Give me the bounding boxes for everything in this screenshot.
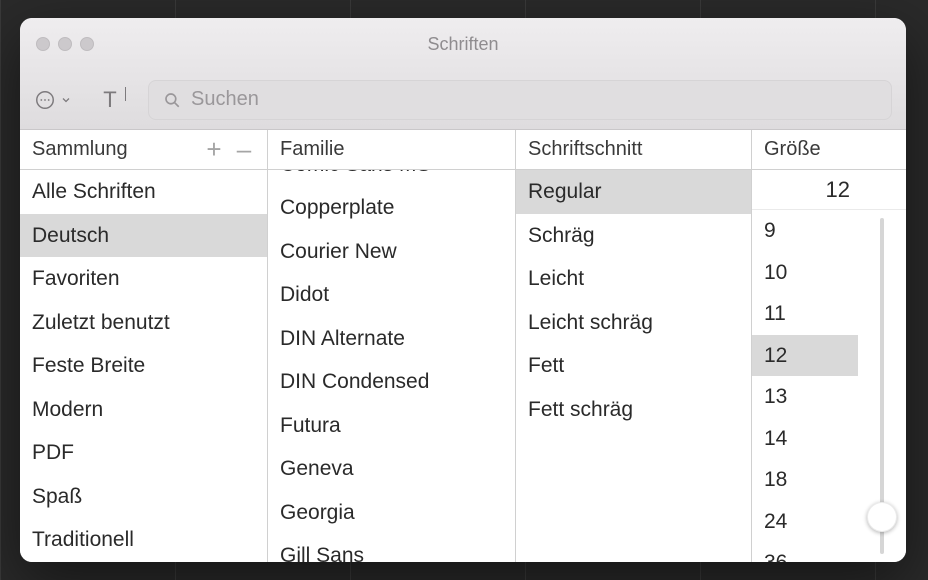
slider-knob[interactable]	[867, 502, 897, 532]
ellipsis-circle-icon	[34, 89, 56, 111]
size-item[interactable]: 11	[752, 293, 858, 335]
column-typeface: Schriftschnitt RegularSchrägLeichtLeicht…	[516, 130, 752, 562]
collection-item[interactable]: Traditionell	[20, 518, 267, 562]
family-item[interactable]: Copperplate	[268, 186, 515, 230]
cursor-icon	[125, 87, 127, 101]
collection-list: Alle SchriftenDeutschFavoritenZuletzt be…	[20, 170, 267, 562]
chevron-down-icon	[60, 94, 72, 106]
collection-item[interactable]: Web	[20, 562, 267, 563]
minimize-window-button[interactable]	[58, 37, 72, 51]
size-input-row: 12	[752, 170, 906, 210]
search-icon	[163, 91, 181, 109]
size-input[interactable]: 12	[826, 177, 850, 203]
actions-menu-button[interactable]	[34, 82, 72, 118]
collection-item[interactable]: Modern	[20, 388, 267, 432]
search-field[interactable]: Suchen	[148, 80, 892, 120]
size-item[interactable]: 18	[752, 459, 858, 501]
preview-toggle-button[interactable]: T	[90, 82, 130, 118]
column-collection-title: Sammlung	[32, 138, 128, 161]
typeface-item[interactable]: Leicht	[516, 257, 751, 301]
size-slider[interactable]	[858, 210, 906, 562]
column-collection-header: Sammlung + –	[20, 130, 267, 170]
remove-collection-button[interactable]: –	[233, 134, 255, 165]
fonts-window: Schriften T Suchen	[20, 18, 906, 562]
collection-item[interactable]: Deutsch	[20, 214, 267, 258]
add-collection-button[interactable]: +	[203, 134, 225, 165]
size-item[interactable]: 9	[752, 210, 858, 252]
family-item[interactable]: Gill Sans	[268, 534, 515, 562]
column-typeface-header: Schriftschnitt	[516, 130, 751, 170]
typeface-item[interactable]: Fett schräg	[516, 388, 751, 432]
column-family-header: Familie	[268, 130, 515, 170]
column-typeface-title: Schriftschnitt	[528, 138, 642, 161]
column-family: Familie Comic Sans MSCopperplateCourier …	[268, 130, 516, 562]
family-item[interactable]: DIN Alternate	[268, 317, 515, 361]
column-collection: Sammlung + – Alle SchriftenDeutschFavori…	[20, 130, 268, 562]
collection-item[interactable]: Zuletzt benutzt	[20, 301, 267, 345]
typeface-item[interactable]: Regular	[516, 170, 751, 214]
zoom-window-button[interactable]	[80, 37, 94, 51]
column-size-title: Größe	[764, 138, 821, 161]
family-item[interactable]: Georgia	[268, 491, 515, 535]
size-item[interactable]: 10	[752, 252, 858, 294]
size-item[interactable]: 24	[752, 501, 858, 543]
family-item[interactable]: Futura	[268, 404, 515, 448]
traffic-lights	[36, 37, 94, 51]
collection-item[interactable]: PDF	[20, 431, 267, 475]
size-item[interactable]: 13	[752, 376, 858, 418]
family-item[interactable]: Comic Sans MS	[268, 170, 515, 186]
family-item[interactable]: Courier New	[268, 230, 515, 274]
typeface-list: RegularSchrägLeichtLeicht schrägFettFett…	[516, 170, 751, 562]
collection-item[interactable]: Feste Breite	[20, 344, 267, 388]
column-family-title: Familie	[280, 138, 344, 161]
typeface-item[interactable]: Schräg	[516, 214, 751, 258]
search-placeholder: Suchen	[191, 88, 259, 111]
typeface-item[interactable]: Fett	[516, 344, 751, 388]
family-item[interactable]: Geneva	[268, 447, 515, 491]
size-list: 91011121314182436	[752, 210, 858, 562]
collection-item[interactable]: Alle Schriften	[20, 170, 267, 214]
close-window-button[interactable]	[36, 37, 50, 51]
family-item[interactable]: Didot	[268, 273, 515, 317]
family-item[interactable]: DIN Condensed	[268, 360, 515, 404]
column-size-header: Größe	[752, 130, 906, 170]
typeface-item[interactable]: Leicht schräg	[516, 301, 751, 345]
collection-item[interactable]: Spaß	[20, 475, 267, 519]
toolbar: T Suchen	[20, 70, 906, 130]
columns-area: Sammlung + – Alle SchriftenDeutschFavori…	[20, 130, 906, 562]
collection-item[interactable]: Favoriten	[20, 257, 267, 301]
size-item[interactable]: 14	[752, 418, 858, 460]
size-item[interactable]: 12	[752, 335, 858, 377]
family-list: Comic Sans MSCopperplateCourier NewDidot…	[268, 170, 515, 562]
titlebar: Schriften	[20, 18, 906, 70]
column-size: Größe 12 91011121314182436	[752, 130, 906, 562]
letter-t-icon: T	[103, 89, 116, 111]
size-item[interactable]: 36	[752, 542, 858, 562]
window-title: Schriften	[427, 34, 498, 55]
